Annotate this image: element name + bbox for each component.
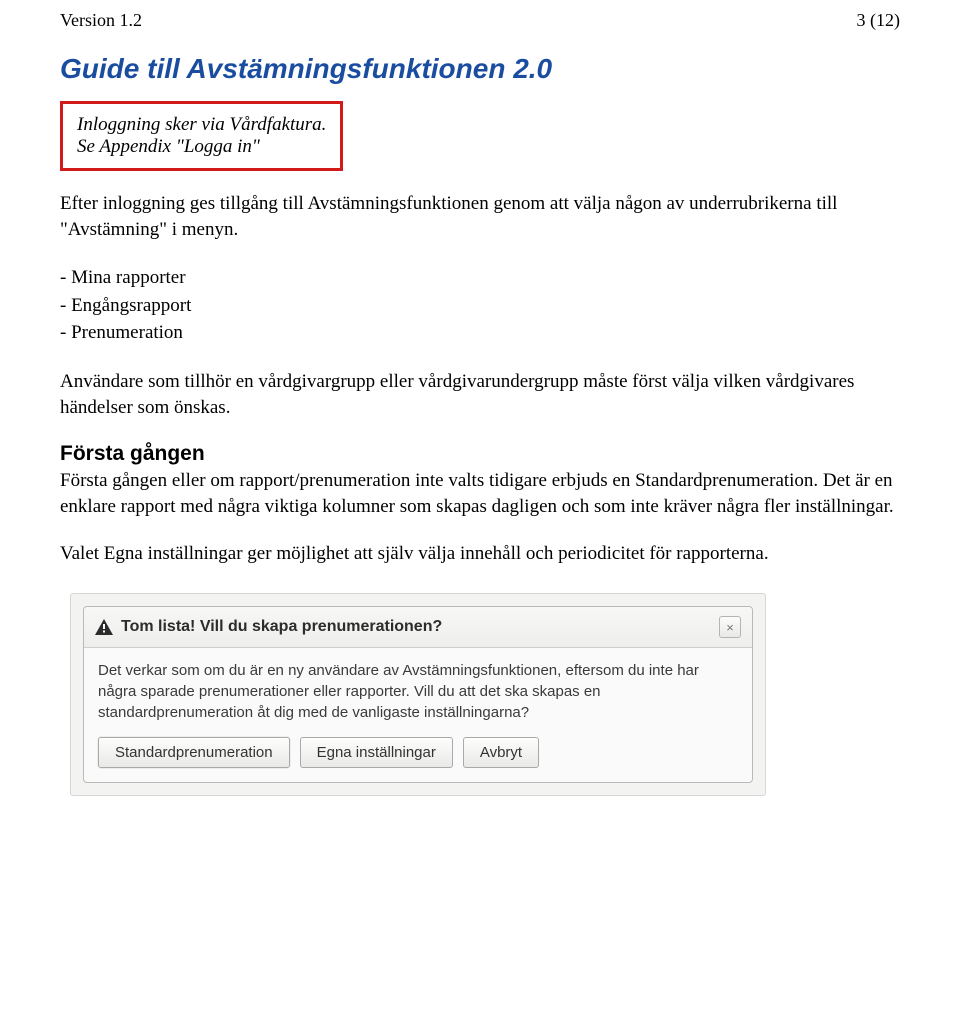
dialog-footer: Standardprenumeration Egna inställningar… [84,727,752,782]
standard-prenumeration-button[interactable]: Standardprenumeration [98,737,290,768]
modal-dialog: Tom lista! Vill du skapa prenumerationen… [83,606,753,783]
login-note-line1: Inloggning sker via Vårdfaktura. [77,114,326,136]
feature-list: - Mina rapporter - Engångsrapport - Pren… [60,264,900,347]
page-indicator: 3 (12) [857,10,901,31]
login-note-box: Inloggning sker via Vårdfaktura. Se Appe… [60,101,343,171]
first-time-p1: Första gången eller om rapport/prenumera… [60,468,900,519]
dialog-body-text: Det verkar som om du är en ny användare … [84,648,752,727]
list-item: - Mina rapporter [60,264,900,292]
warning-icon [95,619,113,635]
version-label: Version 1.2 [60,10,142,31]
egna-installningar-button[interactable]: Egna inställningar [300,737,453,768]
dialog-header: Tom lista! Vill du skapa prenumerationen… [84,607,752,648]
first-time-heading: Första gången [60,442,900,466]
list-item: - Engångsrapport [60,292,900,320]
users-note: Användare som tillhör en vårdgivargrupp … [60,369,900,420]
dialog-screenshot: Tom lista! Vill du skapa prenumerationen… [70,593,766,796]
page-title: Guide till Avstämningsfunktionen 2.0 [60,53,900,85]
avbryt-button[interactable]: Avbryt [463,737,539,768]
list-item: - Prenumeration [60,319,900,347]
login-note-line2: Se Appendix "Logga in" [77,136,326,158]
dialog-close-button[interactable]: × [719,616,741,638]
intro-paragraph: Efter inloggning ges tillgång till Avstä… [60,191,900,242]
dialog-title: Tom lista! Vill du skapa prenumerationen… [121,618,442,636]
first-time-p2: Valet Egna inställningar ger möjlighet a… [60,541,900,567]
close-icon: × [726,620,734,635]
